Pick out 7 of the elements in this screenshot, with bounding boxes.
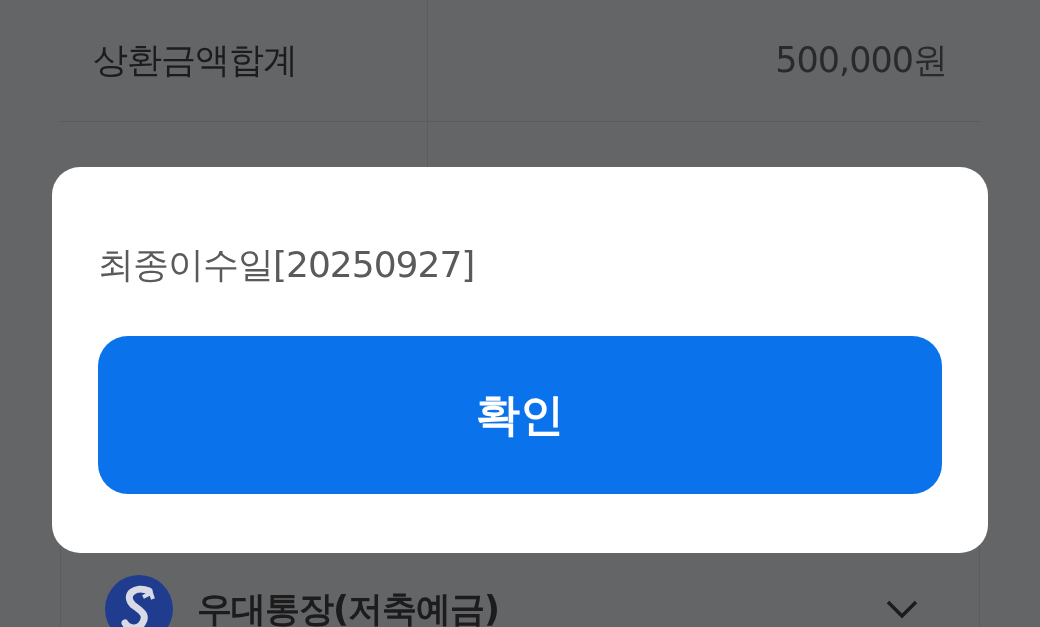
dialog-message: 최종이수일[20250927] xyxy=(98,243,476,287)
account-name: 우대통장(저축예금) xyxy=(197,587,500,627)
summary-value: 500,000원 xyxy=(775,39,947,83)
logo-icon xyxy=(105,575,173,627)
chevron-down-icon xyxy=(885,599,919,619)
confirm-button[interactable]: 확인 xyxy=(98,336,942,495)
summary-label: 상환금액합계 xyxy=(93,39,297,83)
